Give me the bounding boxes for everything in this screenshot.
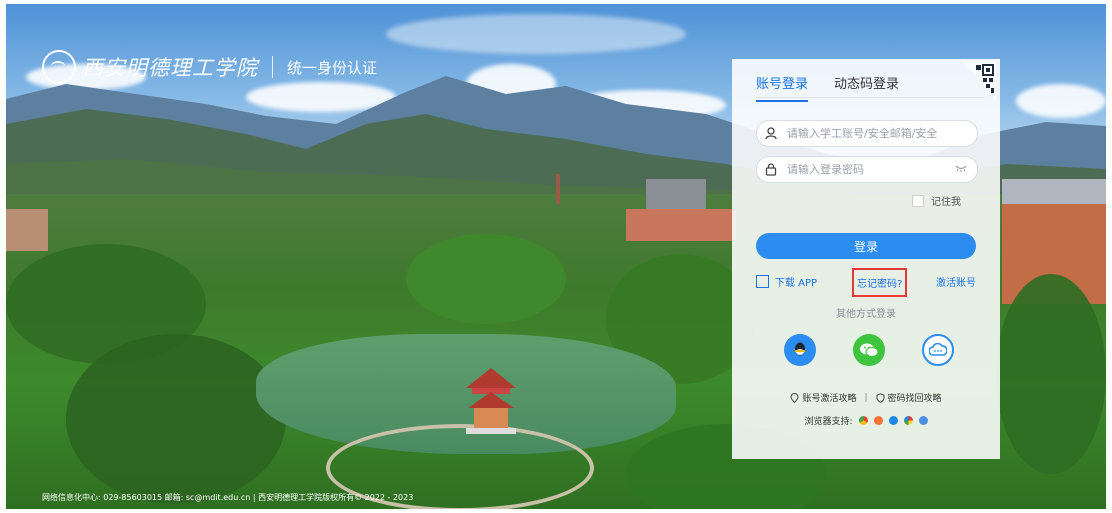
remember-me[interactable]: 记住我 (912, 193, 961, 208)
school-name: 西安明德理工学院 (82, 56, 258, 80)
login-links: 下载 APP 忘记密码? 激活账号 (756, 268, 976, 297)
browser-support: 浏览器支持: (732, 414, 1000, 427)
pavilion-graphic (466, 368, 516, 434)
login-page: 西安明德理工学院 统一身份认证 账号登录 动态码登录 请输入学工账号/安全邮箱/… (6, 4, 1106, 509)
password-input[interactable] (785, 162, 939, 177)
login-panel: 账号登录 动态码登录 请输入学工账号/安全邮箱/安全手机 记住我 登录 下载 A… (732, 59, 1000, 459)
shield-icon (876, 392, 885, 403)
qq-icon[interactable] (784, 334, 816, 366)
qr-code-login-icon[interactable] (962, 61, 996, 99)
building (626, 209, 736, 241)
remember-checkbox[interactable] (912, 194, 924, 207)
chimney (556, 174, 560, 204)
building (1002, 179, 1106, 204)
firefox-icon (873, 416, 883, 425)
username-input[interactable] (785, 126, 939, 141)
lock-icon (757, 163, 785, 176)
username-field (756, 120, 978, 147)
building (6, 209, 48, 251)
ie-icon (888, 416, 898, 425)
password-field (756, 156, 978, 183)
wechat-icon[interactable] (853, 334, 885, 366)
brand-subtitle: 统一身份认证 (287, 58, 378, 77)
browser-support-label: 浏览器支持: (804, 417, 853, 427)
user-icon (757, 127, 785, 140)
help-guides: 账号激活攻略 | 密码找回攻略 (732, 391, 1000, 404)
tree (66, 334, 286, 504)
login-button[interactable]: 登录 (756, 233, 976, 259)
cloud-icon[interactable] (922, 334, 954, 366)
download-app-link[interactable]: 下载 APP (756, 274, 817, 289)
download-app-label: 下载 APP (775, 278, 818, 289)
tab-divider (756, 97, 984, 98)
forgot-password-link[interactable]: 忘记密码? (852, 268, 908, 297)
app-icon (756, 275, 769, 288)
safari-icon (918, 416, 928, 425)
360-browser-icon (903, 416, 913, 425)
guide-separator: | (864, 392, 868, 403)
brand-divider (272, 56, 273, 78)
tree (406, 234, 566, 324)
remember-label: 记住我 (931, 197, 961, 208)
activation-guide-link[interactable]: 账号激活攻略 (802, 391, 856, 404)
brand-header: 西安明德理工学院 统一身份认证 (42, 50, 377, 84)
chrome-icon (858, 416, 868, 425)
other-login-label: 其他方式登录 (836, 309, 896, 320)
activate-account-link[interactable]: 激活账号 (936, 274, 976, 289)
school-logo-icon (42, 50, 76, 84)
tree (996, 274, 1106, 474)
location-pin-icon (790, 392, 799, 403)
social-login-row (784, 334, 954, 366)
eye-closed-icon[interactable] (955, 164, 967, 172)
footer-text: 网络信息化中心: 029-85603015 邮箱: sc@mdit.edu.cn… (42, 493, 414, 502)
password-recovery-guide-link[interactable]: 密码找回攻略 (888, 391, 942, 404)
